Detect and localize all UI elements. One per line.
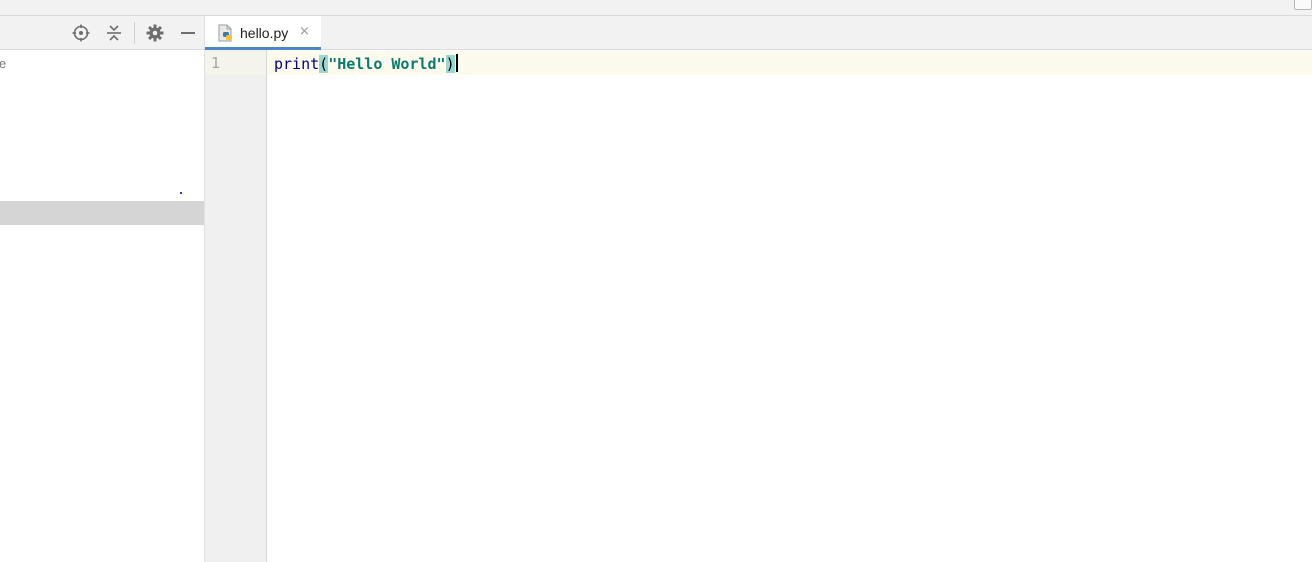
code-token-close-paren: ): [445, 55, 455, 73]
text-caret: [455, 54, 458, 72]
line-number: 1: [211, 54, 221, 72]
editor-tab-strip: hello.py ×: [205, 16, 1312, 50]
tab-label: hello.py: [240, 25, 289, 41]
close-icon[interactable]: ×: [299, 24, 310, 39]
window-top-bar: [0, 0, 1312, 16]
tab-hello-py[interactable]: hello.py ×: [205, 16, 321, 50]
code-token-string: "Hello World": [328, 55, 446, 73]
code-token-open-paren: (: [319, 55, 329, 73]
project-panel: e: [0, 16, 205, 562]
tree-selected-row[interactable]: [0, 201, 204, 225]
code-editor[interactable]: print("Hello World"): [267, 50, 1312, 562]
collapse-all-icon[interactable]: [104, 23, 124, 43]
toolbar-separator: [134, 22, 135, 44]
gear-icon[interactable]: [145, 23, 165, 43]
minimize-icon[interactable]: [178, 23, 198, 43]
code-line[interactable]: print("Hello World"): [274, 54, 458, 73]
locate-icon[interactable]: [71, 23, 91, 43]
tree-marker: [180, 192, 182, 194]
python-file-icon: [217, 24, 235, 46]
window-corner-control[interactable]: [1294, 0, 1312, 10]
project-tree-item[interactable]: e: [0, 56, 6, 71]
project-panel-toolbar: [0, 16, 204, 50]
code-token-function: print: [274, 55, 320, 73]
editor-gutter: 1: [205, 50, 267, 562]
